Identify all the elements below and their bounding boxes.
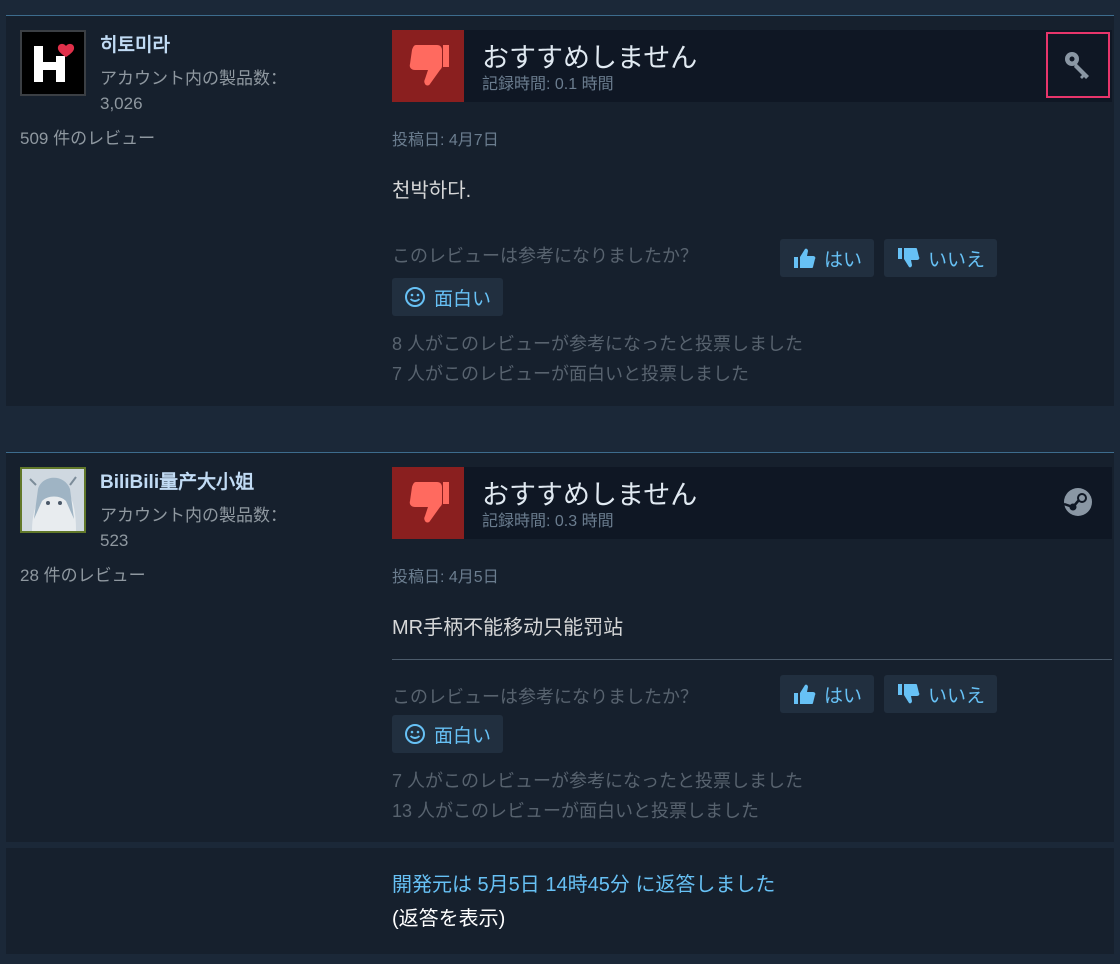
thumbs-down-icon xyxy=(409,45,449,86)
thumbs-up-icon xyxy=(794,248,816,268)
vote-no-button[interactable]: いいえ xyxy=(884,239,998,277)
playtime: 記録時間: 0.1 時間 xyxy=(482,76,614,93)
vote-funny-label: 面白い xyxy=(434,725,492,747)
helpful-votes: 7 人がこのレビューが参考になったと投票しました xyxy=(392,771,804,791)
thumbs-down-verdict xyxy=(392,30,464,102)
vote-no-label: いいえ xyxy=(928,249,986,271)
vote-yes-label: はい xyxy=(824,685,863,707)
review-verdict-header[interactable]: おすすめしません 記録時間: 0.1 時間 xyxy=(392,30,1112,102)
products-count[interactable]: 523 xyxy=(100,531,128,551)
review-card: 히토미라 アカウント内の製品数： 3,026 509 件のレビュー おすすめしま… xyxy=(6,15,1114,406)
review-card: BiliBili量产大小姐 アカウント内の製品数： 523 28 件のレビュー … xyxy=(6,452,1114,842)
review-count[interactable]: 28 件のレビュー xyxy=(20,561,146,586)
vote-funny-label: 面白い xyxy=(434,288,492,310)
vote-yes-button[interactable]: はい xyxy=(780,239,875,277)
content-divider xyxy=(392,659,1112,660)
vote-yes-button[interactable]: はい xyxy=(780,675,875,713)
show-response-link[interactable]: (返答を表示) xyxy=(392,902,505,931)
vote-funny-button[interactable]: 面白い xyxy=(392,715,504,753)
vote-tally: 7 人がこのレビューが参考になったと投票しました 13 人がこのレビューが面白い… xyxy=(392,766,803,826)
helpful-question: このレビューは参考になりましたか？ xyxy=(392,687,698,707)
key-icon xyxy=(1065,52,1089,79)
steam-icon xyxy=(1063,488,1092,516)
posted-date: 投稿日: 4月7日 xyxy=(392,132,499,149)
products-label: アカウント内の製品数： xyxy=(100,506,287,525)
thumbs-down-small-icon xyxy=(898,684,920,704)
funny-votes: 7 人がこのレビューが面白いと投票しました xyxy=(392,364,750,384)
vote-no-button[interactable]: いいえ xyxy=(884,675,998,713)
helpful-votes: 8 人がこのレビューが参考になったと投票しました xyxy=(392,334,804,354)
vote-no-label: いいえ xyxy=(928,685,986,707)
thumbs-down-verdict xyxy=(392,467,464,539)
products-label: アカウント内の製品数： xyxy=(100,69,287,88)
smiley-icon xyxy=(405,724,425,744)
review-content: MR手柄不能移动只能罚站 xyxy=(392,617,624,639)
vote-funny-button[interactable]: 面白い xyxy=(392,278,504,316)
review-content: 천박하다. xyxy=(392,180,472,202)
author-name[interactable]: BiliBili量产大小姐 xyxy=(100,467,254,494)
thumbs-up-icon xyxy=(794,684,816,704)
review-count[interactable]: 509 件のレビュー xyxy=(20,124,155,149)
helpful-question: このレビューは参考になりましたか？ xyxy=(392,246,698,266)
posted-date: 投稿日: 4月5日 xyxy=(392,569,499,586)
smiley-icon xyxy=(405,287,425,307)
developer-response: 開発元は 5月5日 14時45分 に返答しました (返答を表示) xyxy=(6,848,1114,954)
funny-votes: 13 人がこのレビューが面白いと投票しました xyxy=(392,801,760,821)
avatar-anime-girl-icon xyxy=(22,469,84,531)
avatar[interactable] xyxy=(20,467,86,533)
avatar-h-heart-icon xyxy=(22,32,84,94)
product-activation-source[interactable] xyxy=(1046,469,1110,535)
products-count[interactable]: 3,026 xyxy=(100,94,143,114)
developer-response-link[interactable]: 開発元は 5月5日 14時45分 に返答しました xyxy=(392,868,775,897)
vote-yes-label: はい xyxy=(824,249,863,271)
vote-tally: 8 人がこのレビューが参考になったと投票しました 7 人がこのレビューが面白いと… xyxy=(392,329,803,389)
playtime: 記録時間: 0.3 時間 xyxy=(482,513,614,530)
thumbs-down-small-icon xyxy=(898,248,920,268)
avatar[interactable] xyxy=(20,30,86,96)
author-name[interactable]: 히토미라 xyxy=(100,30,170,57)
review-verdict-header[interactable]: おすすめしません 記録時間: 0.3 時間 xyxy=(392,467,1112,539)
product-activation-source[interactable] xyxy=(1046,32,1110,98)
thumbs-down-icon xyxy=(409,482,449,523)
